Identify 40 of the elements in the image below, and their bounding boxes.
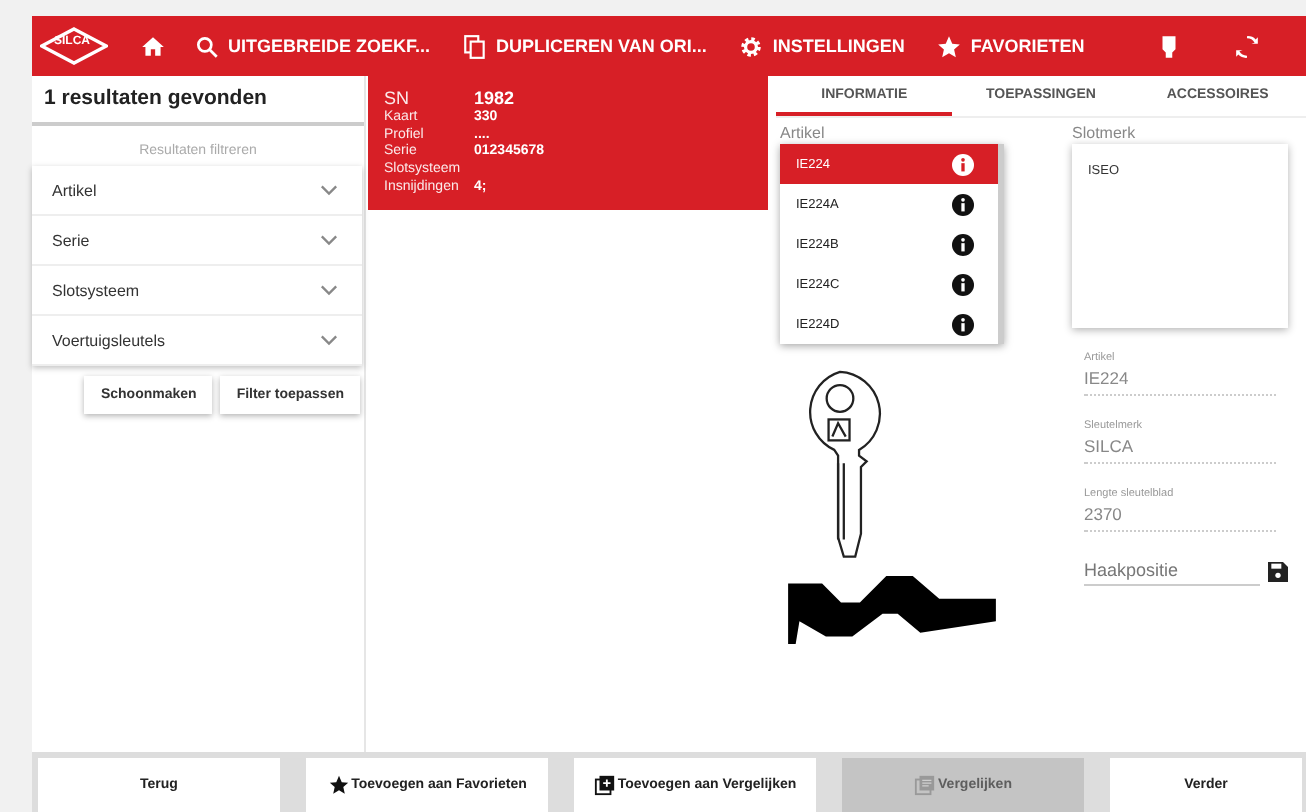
list-label: Slotmerk — [1072, 124, 1138, 142]
list-label: Artikel — [780, 124, 827, 142]
nav-link[interactable]: INSTELLINGEN — [722, 16, 921, 76]
readonly-field: SILCA — [1084, 432, 1276, 464]
card-label: SN — [384, 88, 412, 110]
nav-link[interactable]: FAVORIETEN — [920, 16, 1101, 76]
info-icon — [952, 193, 974, 215]
nav-link[interactable]: UITGEBREIDE ZOEKF... — [178, 16, 447, 76]
add-to-list-icon — [593, 774, 616, 796]
chevron-down-icon — [320, 284, 338, 296]
info-icon — [952, 233, 974, 255]
filter-row[interactable]: Serie — [32, 216, 362, 266]
settings-icon — [738, 33, 765, 59]
readonly-field: 2370 — [1084, 500, 1276, 532]
star-icon — [327, 774, 350, 796]
filter-label: Slotsysteem — [52, 281, 140, 299]
card-value: 1982 — [474, 88, 517, 110]
chevron-down-icon — [320, 234, 338, 246]
sync-icon — [1234, 33, 1261, 59]
compare-list-icon — [914, 774, 937, 796]
search-icon — [194, 33, 220, 59]
info-icon — [952, 313, 974, 335]
results-title: 1 resultaten gevonden — [32, 76, 364, 126]
filter-label: Voertuigsleutels — [52, 331, 165, 349]
home-icon — [140, 33, 166, 59]
readonly-field: IE224 — [1084, 364, 1276, 396]
info-icon — [952, 153, 974, 175]
hook-position-field[interactable]: Haakpositie — [1084, 559, 1260, 585]
chevron-down-icon — [320, 334, 338, 346]
filter-label: Artikel — [52, 181, 97, 199]
star-icon — [936, 33, 963, 59]
chevron-down-icon — [320, 184, 338, 196]
diamond-logo-icon — [40, 26, 108, 66]
filter-label: Serie — [52, 231, 90, 249]
copy-icon — [462, 33, 489, 59]
filter-row[interactable]: Artikel — [32, 166, 362, 216]
filter-row[interactable]: Voertuigsleutels — [32, 316, 362, 366]
nav-link[interactable]: DUPLICEREN VAN ORI... — [446, 16, 723, 76]
info-icon — [952, 273, 974, 295]
filter-row[interactable]: Slotsysteem — [32, 266, 362, 316]
